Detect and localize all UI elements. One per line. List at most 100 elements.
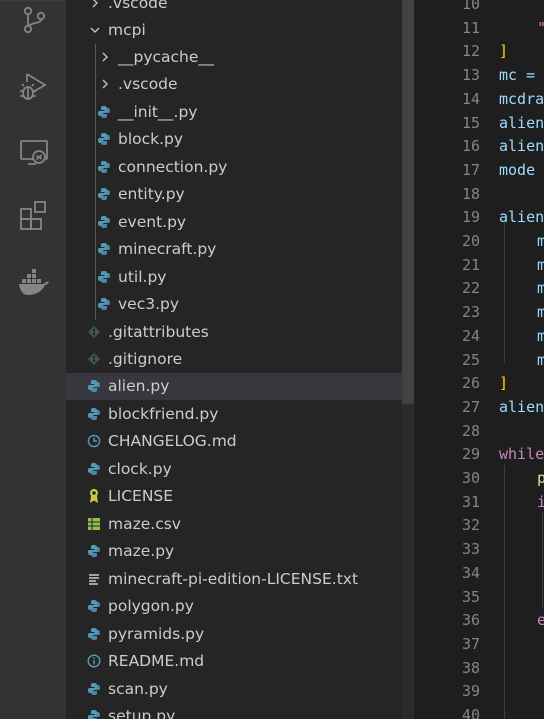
code-line[interactable]: 22 m <box>414 277 544 301</box>
tree-folder-vscode[interactable]: .vscode <box>66 0 402 17</box>
code-line[interactable]: 20 m <box>414 230 544 254</box>
code-line[interactable]: 21 m <box>414 254 544 278</box>
tree-item-label: pyramids.py <box>108 625 205 643</box>
code-line[interactable]: 40 <box>414 704 544 719</box>
line-number: 39 <box>461 682 480 701</box>
line-number: 11 <box>461 18 480 37</box>
tree-item-label: README.md <box>108 652 205 670</box>
code-line[interactable]: 24 m <box>414 325 544 349</box>
tree-item-label: alien.py <box>108 377 170 395</box>
tree-item-label: entity.py <box>118 185 185 203</box>
tree-file-init[interactable]: __init__.py <box>66 99 402 126</box>
code-line[interactable]: 23 m <box>414 301 544 325</box>
python-file-icon <box>86 378 102 394</box>
code-text: m <box>537 279 544 298</box>
tree-folder-pycache[interactable]: __pycache__ <box>66 44 402 71</box>
code-line[interactable]: 14 mcdra <box>414 88 544 112</box>
line-number: 22 <box>461 279 480 298</box>
tree-file-minecraft-license[interactable]: minecraft-pi-edition-LICENSE.txt <box>66 566 402 593</box>
git-file-icon <box>86 351 102 367</box>
code-line[interactable]: 36 e <box>414 609 544 633</box>
line-number: 29 <box>461 445 480 464</box>
line-number: 32 <box>461 516 480 535</box>
tree-file-polygon[interactable]: polygon.py <box>66 593 402 620</box>
code-line[interactable]: 10 <box>414 0 544 17</box>
tree-item-label: minecraft-pi-edition-LICENSE.txt <box>108 570 359 588</box>
code-line[interactable]: 38 <box>414 657 544 681</box>
tree-folder-mcpi[interactable]: mcpi <box>66 17 402 44</box>
tree-file-maze-csv[interactable]: maze.csv <box>66 511 402 538</box>
tree-file-gitattributes[interactable]: .gitattributes <box>66 319 402 346</box>
code-text: alien <box>499 397 544 416</box>
run-debug-icon[interactable] <box>18 70 50 102</box>
code-text: e <box>537 611 544 630</box>
tree-file-alien[interactable]: alien.py <box>66 373 402 400</box>
tree-item-label: connection.py <box>118 158 228 176</box>
source-control-icon[interactable] <box>18 4 50 36</box>
code-line[interactable]: 12] <box>414 40 544 64</box>
tree-file-blockfriend[interactable]: blockfriend.py <box>66 401 402 428</box>
tree-file-clock[interactable]: clock.py <box>66 456 402 483</box>
python-file-icon <box>96 186 112 202</box>
extensions-icon[interactable] <box>18 200 50 232</box>
tree-file-license[interactable]: LICENSE <box>66 483 402 510</box>
code-line[interactable]: 33 <box>414 538 544 562</box>
code-line[interactable]: 19 alien <box>414 206 544 230</box>
docker-icon[interactable] <box>18 266 50 298</box>
code-line[interactable]: 17 mode <box>414 159 544 183</box>
code-line[interactable]: 31 i <box>414 491 544 515</box>
tree-file-changelog[interactable]: CHANGELOG.md <box>66 428 402 455</box>
tree-file-entity[interactable]: entity.py <box>66 181 402 208</box>
line-number: 27 <box>461 397 480 416</box>
code-line[interactable]: 32 <box>414 514 544 538</box>
code-editor[interactable]: 1011"12]13mc =14mcdra15alien16alien17mod… <box>414 0 544 719</box>
code-line[interactable]: 27 alien <box>414 396 544 420</box>
code-line[interactable]: 16 alien <box>414 135 544 159</box>
code-line[interactable]: 35 <box>414 586 544 610</box>
tree-file-event[interactable]: event.py <box>66 209 402 236</box>
code-line[interactable]: 29 while <box>414 443 544 467</box>
explorer-scrollbar-thumb[interactable] <box>402 0 414 404</box>
tree-folder-mcpi-vscode[interactable]: .vscode <box>66 71 402 98</box>
line-number: 23 <box>461 303 480 322</box>
line-number: 30 <box>461 469 480 487</box>
tree-item-label: util.py <box>118 268 167 286</box>
code-line[interactable]: 15 alien <box>414 112 544 136</box>
tree-file-maze[interactable]: maze.py <box>66 538 402 565</box>
tree-file-vec3[interactable]: vec3.py <box>66 291 402 318</box>
tree-file-readme[interactable]: README.md <box>66 648 402 675</box>
code-line[interactable]: 30 p <box>414 467 544 491</box>
tree-item-label: __init__.py <box>118 103 198 121</box>
code-line[interactable]: 11 " <box>414 17 544 41</box>
tree-file-pyramids[interactable]: pyramids.py <box>66 621 402 648</box>
tree-item-label: .gitignore <box>108 350 183 368</box>
tree-item-label: blockfriend.py <box>108 405 219 423</box>
tree-file-gitignore[interactable]: .gitignore <box>66 346 402 373</box>
code-line[interactable]: 25 m <box>414 349 544 373</box>
code-text: ] <box>499 374 509 393</box>
tree-file-connection[interactable]: connection.py <box>66 154 402 181</box>
code-text: p <box>537 469 544 487</box>
remote-explorer-icon[interactable] <box>18 136 50 168</box>
code-line[interactable]: 13 mc = <box>414 64 544 88</box>
tree-file-minecraft[interactable]: minecraft.py <box>66 236 402 263</box>
line-number: 17 <box>461 160 480 179</box>
code-line[interactable]: 26] <box>414 372 544 396</box>
tree-file-block[interactable]: block.py <box>66 126 402 153</box>
tree-file-setup[interactable]: setup.py <box>66 703 402 719</box>
code-line[interactable]: 18 <box>414 183 544 207</box>
tree-file-util[interactable]: util.py <box>66 264 402 291</box>
code-text: m <box>537 326 544 345</box>
tree-item-label: minecraft.py <box>118 240 217 258</box>
code-line[interactable]: 34 <box>414 562 544 586</box>
tree-file-scan[interactable]: scan.py <box>66 676 402 703</box>
code-line[interactable]: 28 <box>414 420 544 444</box>
line-number: 20 <box>461 232 480 250</box>
tree-item-label: mcpi <box>108 21 146 39</box>
code-line[interactable]: 37 <box>414 633 544 657</box>
line-number: 37 <box>461 634 480 653</box>
code-line[interactable]: 39 <box>414 680 544 704</box>
tree-item-label: vec3.py <box>118 295 180 313</box>
line-number: 19 <box>461 208 480 227</box>
python-file-icon <box>86 681 102 697</box>
